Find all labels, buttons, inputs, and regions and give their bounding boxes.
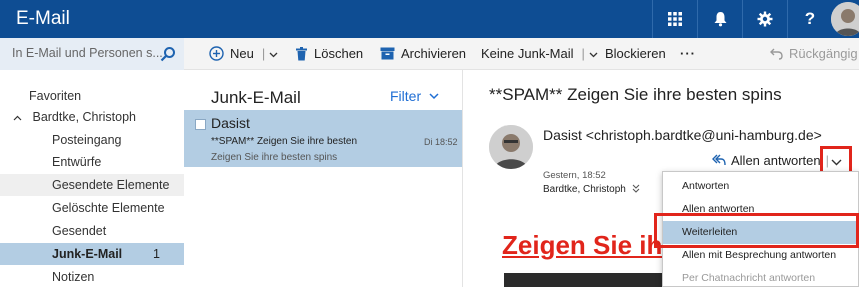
more-icon: ··· [680,46,696,61]
app-title[interactable]: E-Mail [16,8,70,30]
filter-label: Filter [390,88,422,104]
user-avatar[interactable] [831,2,859,36]
message-preview: Zeigen Sie ihre besten spins [211,152,338,163]
filter-button[interactable]: Filter [390,88,439,104]
sidebar-item-sent-items[interactable]: Gesendete Elemente [0,174,184,196]
chevron-up-icon[interactable] [13,106,29,128]
double-chevron-down-icon[interactable] [632,184,640,193]
search-icon[interactable] [160,46,176,67]
sender-avatar[interactable] [489,125,533,169]
reply-all-button[interactable]: Allen antworten | [712,150,829,170]
sidebar-item-label: Junk-E-Mail [52,247,123,261]
not-junk-button[interactable]: Keine Junk-Mail | [481,46,598,61]
recipient-name: Bardtke, Christoph [543,184,626,195]
undo-label: Rückgängig [789,46,858,61]
app-launcher-icon[interactable] [652,0,697,38]
message-list: Junk-E-Mail Filter Dasist **SPAM** Zeige… [184,70,463,287]
unread-count: 1 [153,247,160,261]
gear-icon[interactable] [742,0,787,38]
folder-pane: Favoriten Bardtke, Christoph Posteingang… [0,70,184,287]
highlight-box [654,213,859,248]
more-button[interactable]: ··· [680,46,696,61]
list-item[interactable]: Dasist **SPAM** Zeigen Sie ihre besten D… [184,110,462,167]
favorites-header[interactable]: Favoriten [0,85,184,107]
sidebar-item-sent[interactable]: Gesendet [0,220,184,242]
archive-label: Archivieren [401,46,467,61]
message-subject: **SPAM** Zeigen Sie ihre besten [211,136,358,147]
sidebar-item-inbox[interactable]: Posteingang [0,129,184,151]
archive-button[interactable]: Archivieren [380,46,466,61]
plus-circle-icon [209,46,224,61]
message-sender: Dasist [211,115,250,131]
menu-item-reply[interactable]: Antworten [663,175,858,198]
email-subject: **SPAM** Zeigen Sie ihre besten spins [489,85,782,104]
delete-label: Löschen [314,46,364,61]
email-body-heading[interactable]: Zeigen Sie ih [502,230,662,261]
chevron-down-icon [831,159,841,165]
top-bar: E-Mail ? [0,0,859,38]
delete-button[interactable]: Löschen [295,46,363,61]
command-bar: Neu | Löschen Archivieren Keine Junk-Mai… [0,38,859,70]
undo-icon [770,48,783,60]
new-button[interactable]: Neu | [209,46,278,61]
trash-icon [296,46,307,60]
account-name: Bardtke, Christoph [32,110,137,124]
chevron-down-icon [429,92,439,99]
message-time: Di 18:52 [424,137,458,147]
chevron-down-icon[interactable]: | [582,46,598,61]
recipient[interactable]: Bardtke, Christoph [543,184,640,195]
account-header[interactable]: Bardtke, Christoph [0,106,184,128]
not-junk-label: Keine Junk-Mail [481,46,574,61]
reply-all-label: Allen antworten [731,152,821,168]
sidebar-item-notes[interactable]: Notizen [0,266,184,287]
folder-title: Junk-E-Mail [211,88,301,107]
sender-address[interactable]: Dasist <christoph.bardtke@uni-hamburg.de… [543,127,822,143]
chevron-down-icon[interactable]: | [262,46,278,61]
email-date: Gestern, 18:52 [543,170,606,181]
search-box [0,38,184,70]
block-button[interactable]: Blockieren [605,46,666,61]
bell-icon[interactable] [697,0,742,38]
archive-icon [380,47,395,60]
reply-all-icon [712,154,726,166]
select-checkbox[interactable] [195,119,206,130]
search-input[interactable] [12,46,162,60]
help-icon[interactable]: ? [787,0,832,38]
new-label: Neu [230,46,254,61]
undo-button[interactable]: Rückgängig [770,46,858,61]
sidebar-item-junk[interactable]: Junk-E-Mail 1 [0,243,184,265]
email-body-image [504,273,664,287]
menu-item-reply-im[interactable]: Per Chatnachricht antworten [663,267,858,287]
block-label: Blockieren [605,46,666,61]
sidebar-item-drafts[interactable]: Entwürfe [0,151,184,173]
sidebar-item-deleted-items[interactable]: Gelöschte Elemente [0,197,184,219]
